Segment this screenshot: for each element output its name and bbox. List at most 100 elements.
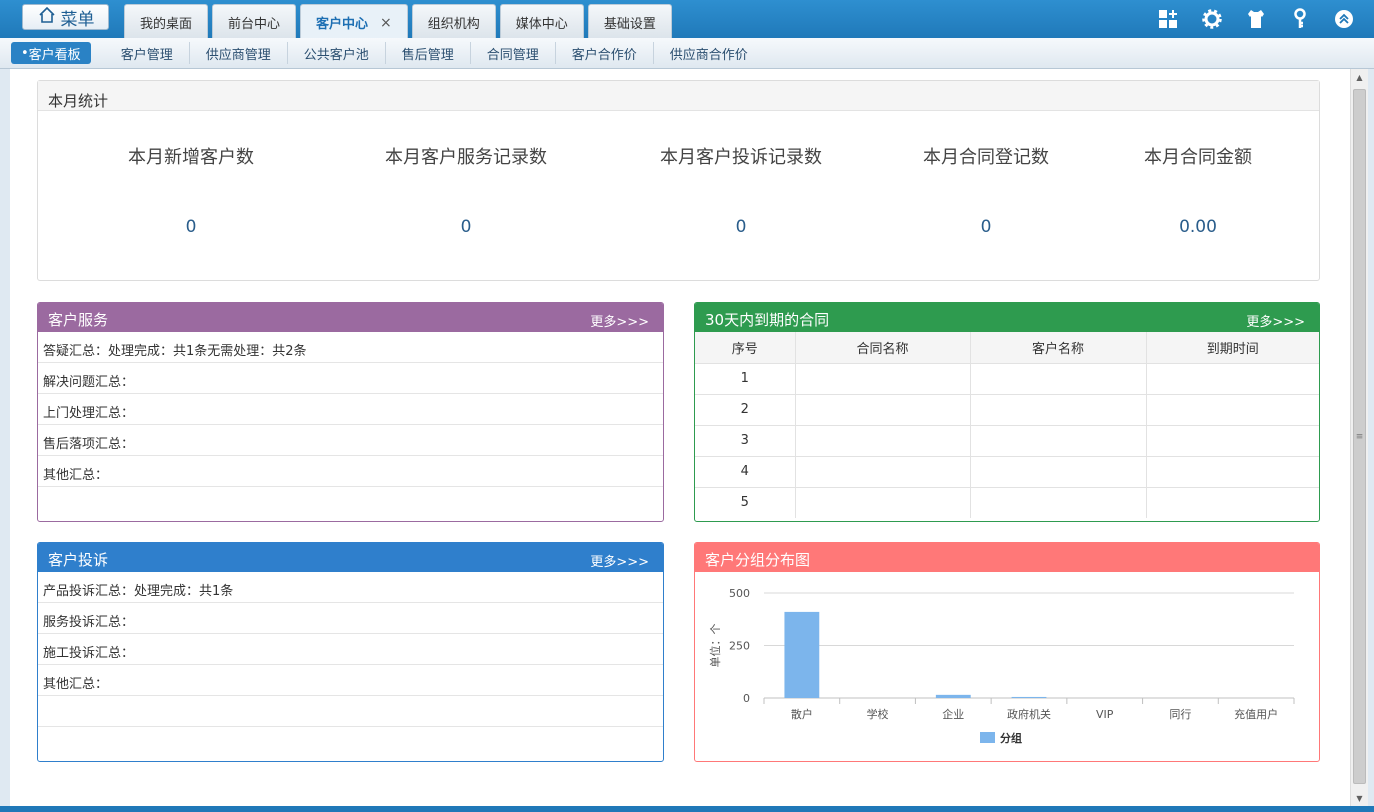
column-header: 合同名称 [795, 332, 971, 364]
cell [795, 487, 971, 518]
panel-title: 客户投诉 [48, 551, 109, 569]
stat-new-customers: 本月新增客户数 0 [126, 143, 256, 237]
group-distribution-chart: 0 250 500 单位：个散户 学校 企业 政府机关 VIP 同行 充值用户分组 [708, 587, 1295, 745]
customer-service-panel: 客户服务 更多>>> 答疑汇总：处理完成：共1条无需处理：共2条 解决问题汇总：… [37, 302, 664, 522]
list-item [38, 696, 663, 727]
subnav-label: 供应商合作价 [669, 47, 748, 63]
scroll-thumb[interactable]: ≡ [1353, 89, 1366, 784]
chart-bar [1011, 696, 1047, 698]
list-item: 产品投诉汇总：处理完成：共1条 [38, 572, 663, 603]
cell: 5 [695, 487, 796, 518]
subnav-label: 客户管理 [120, 47, 173, 63]
customer-group-chart-panel: 客户分组分布图 0 250 500 单位：个 散户 学校 企业 政府机关 VIP 同行 充值用户 分组 [694, 542, 1320, 762]
list-item: 解决问题汇总： [38, 363, 663, 394]
cell [1146, 456, 1319, 488]
y-tick-label: 500 [729, 587, 750, 600]
stat-label: 本月合同登记数 [923, 147, 1049, 168]
stat-label: 本月合同金额 [1144, 147, 1252, 168]
table-row[interactable]: 2 [695, 394, 1319, 426]
shirt-icon[interactable] [1244, 7, 1268, 31]
tab-media-center[interactable]: 媒体中心 [499, 4, 584, 40]
subnav-customer-price[interactable]: 客户合作价 [556, 42, 654, 64]
cell [1146, 394, 1319, 426]
list-item: 施工投诉汇总： [38, 634, 663, 665]
table-row[interactable]: 3 [695, 425, 1319, 457]
tab-customer-center[interactable]: 客户中心 × [300, 4, 408, 40]
legend-swatch [980, 732, 995, 743]
stat-complaint-records: 本月客户投诉记录数 0 [659, 143, 823, 237]
scroll-up-icon[interactable]: ▲ [1351, 69, 1368, 86]
more-link[interactable]: 更多>>> [1246, 311, 1305, 330]
tab-organization[interactable]: 组织机构 [411, 4, 496, 40]
cell: 3 [695, 425, 796, 457]
cell [795, 394, 971, 426]
tab-my-desktop[interactable]: 我的桌面 [124, 4, 209, 40]
more-link[interactable]: 更多>>> [590, 551, 649, 570]
y-axis-label: 单位：个 [708, 624, 722, 668]
stat-value[interactable]: 0 [921, 217, 1051, 237]
cell: 4 [695, 456, 796, 488]
tab-label: 客户中心 [316, 17, 369, 32]
stat-label: 本月新增客户数 [128, 147, 254, 168]
subnav-customer-management[interactable]: 客户管理 [105, 42, 190, 64]
cell [970, 425, 1147, 457]
subnav-contract-management[interactable]: 合同管理 [471, 42, 556, 64]
subnav-after-sales[interactable]: 售后管理 [386, 42, 471, 64]
scroll-down-icon[interactable]: ▼ [1351, 790, 1368, 807]
close-icon[interactable]: × [380, 15, 392, 31]
top-icons [1156, 7, 1356, 31]
x-tick-label: 散户 [791, 707, 813, 721]
tab-label: 组织机构 [427, 17, 480, 32]
subnav-supplier-price[interactable]: 供应商合作价 [654, 42, 764, 64]
stat-value[interactable]: 0 [659, 217, 823, 237]
panel-header: 30天内到期的合同 更多>>> [695, 303, 1319, 332]
list-item: 其他汇总： [38, 456, 663, 487]
table-row[interactable]: 5 [695, 487, 1319, 518]
subnav-public-customer-pool[interactable]: 公共客户池 [288, 42, 386, 64]
stat-value[interactable]: 0 [384, 217, 548, 237]
stat-value[interactable]: 0 [126, 217, 256, 237]
tab-basic-settings[interactable]: 基础设置 [587, 4, 672, 40]
stat-service-records: 本月客户服务记录数 0 [384, 143, 548, 237]
stat-value[interactable]: 0.00 [1142, 217, 1254, 237]
tab-front-center[interactable]: 前台中心 [212, 4, 297, 40]
chart-bar [935, 694, 971, 698]
layout-icon[interactable] [1156, 7, 1180, 31]
collapse-icon[interactable] [1332, 7, 1356, 31]
stat-contract-count: 本月合同登记数 0 [921, 143, 1051, 237]
menu-button[interactable]: 菜单 [22, 4, 109, 30]
list-item: 答疑汇总：处理完成：共1条无需处理：共2条 [38, 332, 663, 363]
panel-header: 客户投诉 更多>>> [38, 543, 663, 572]
table-header-row: 序号 合同名称 客户名称 到期时间 [695, 332, 1319, 364]
key-icon[interactable] [1288, 7, 1312, 31]
panel-header: 客户分组分布图 [695, 543, 1319, 572]
stat-label: 本月客户服务记录数 [385, 147, 547, 168]
column-header: 到期时间 [1146, 332, 1319, 364]
table-row[interactable]: 1 [695, 363, 1319, 395]
legend-label: 分组 [1000, 731, 1022, 745]
subnav-label: 售后管理 [401, 47, 454, 63]
gear-icon[interactable] [1200, 7, 1224, 31]
subnav-label: 合同管理 [486, 47, 539, 63]
vertical-scrollbar[interactable]: ▲ ≡ ▼ [1350, 69, 1368, 807]
cell [1146, 363, 1319, 395]
list-item: 上门处理汇总： [38, 394, 663, 425]
main-tabs: 我的桌面 前台中心 客户中心 × 组织机构 媒体中心 基础设置 [124, 4, 672, 40]
tab-label: 媒体中心 [515, 17, 568, 32]
subnav-label: 公共客户池 [303, 47, 369, 63]
stat-contract-amount: 本月合同金额 0.00 [1142, 143, 1254, 237]
subnav-supplier-management[interactable]: 供应商管理 [190, 42, 288, 64]
list-item [38, 727, 663, 758]
y-tick-label: 0 [743, 692, 750, 705]
y-tick-label: 250 [729, 640, 750, 653]
cell [1146, 487, 1319, 518]
subnav-customer-board[interactable]: • 客户看板 [11, 42, 91, 64]
cell [1146, 425, 1319, 457]
more-link[interactable]: 更多>>> [590, 311, 649, 330]
table-row[interactable]: 4 [695, 456, 1319, 488]
monthly-stats-title: 本月统计 [38, 81, 1319, 111]
tab-label: 前台中心 [228, 17, 281, 32]
customer-complaints-panel: 客户投诉 更多>>> 产品投诉汇总：处理完成：共1条 服务投诉汇总： 施工投诉汇… [37, 542, 664, 762]
cell [795, 363, 971, 395]
monthly-stats-panel: 本月统计 本月新增客户数 0 本月客户服务记录数 0 本月客户投诉记录数 0 本… [37, 80, 1320, 281]
